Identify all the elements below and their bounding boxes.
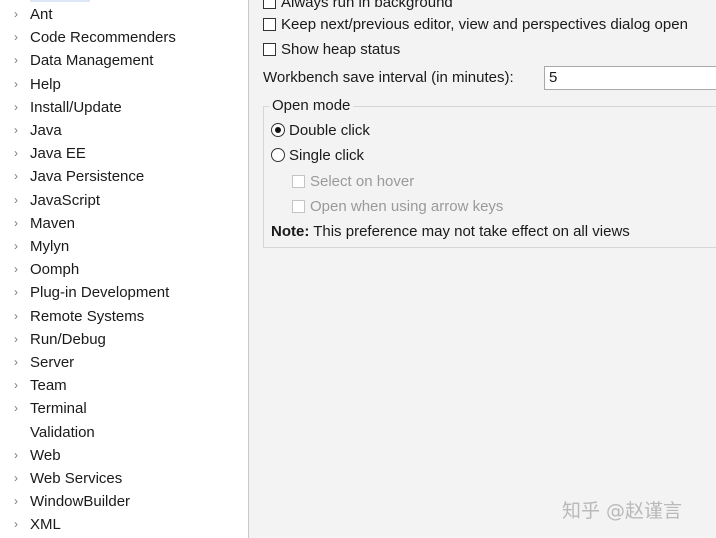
tree-item-label: Web xyxy=(30,446,61,464)
tree-item-label: Mylyn xyxy=(30,238,70,255)
save-interval-label: Workbench save interval (in minutes): xyxy=(263,69,514,86)
chevron-right-icon[interactable]: › xyxy=(14,142,24,165)
tree-item-label: Data Management xyxy=(30,52,154,70)
tree-item-label: Ant xyxy=(30,6,53,23)
tree-item-label: Run/Debug xyxy=(30,330,106,348)
chevron-right-icon[interactable]: › xyxy=(14,235,24,258)
tree-item-label: WindowBuilder xyxy=(30,493,131,511)
tree-item-label: Terminal xyxy=(30,400,87,418)
tree-item-label: Code Recommenders xyxy=(30,29,176,47)
chevron-right-icon[interactable]: › xyxy=(14,351,24,374)
chevron-right-icon[interactable]: › xyxy=(14,467,24,490)
show-heap-checkbox[interactable] xyxy=(263,43,276,56)
chevron-right-icon[interactable]: › xyxy=(14,374,24,397)
chevron-right-icon[interactable]: › xyxy=(14,96,24,119)
show-heap-label: Show heap status xyxy=(281,41,401,58)
chevron-right-icon[interactable]: › xyxy=(14,444,24,467)
tree-item-label: Remote Systems xyxy=(30,307,145,325)
note-label: Note: xyxy=(271,223,310,240)
workbench-preferences-panel: Always run in background Keep next/previ… xyxy=(249,0,716,538)
chevron-right-icon[interactable]: › xyxy=(14,328,24,351)
note-text: This preference may not take effect on a… xyxy=(309,223,630,240)
select-on-hover-label: Select on hover xyxy=(310,173,415,190)
tree-item-label: Install/Update xyxy=(30,98,122,116)
chevron-right-icon[interactable]: › xyxy=(14,397,24,420)
tree-item-label: Oomph xyxy=(30,261,80,279)
tree-item-label: Help xyxy=(30,75,61,93)
chevron-right-icon[interactable]: › xyxy=(14,490,24,513)
chevron-right-icon[interactable]: › xyxy=(14,165,24,188)
always-run-background-label: Always run in background xyxy=(281,0,453,11)
tree-item-label: Java EE xyxy=(30,145,86,163)
keep-next-prev-checkbox[interactable] xyxy=(263,18,276,31)
tree-item-label: Plug-in Development xyxy=(30,284,170,302)
tree-item-label: Validation xyxy=(30,423,95,441)
watermark: 知乎 @赵谨言 xyxy=(562,500,683,522)
chevron-right-icon[interactable]: › xyxy=(14,212,24,235)
chevron-right-icon[interactable]: › xyxy=(14,73,24,96)
tree-selection-highlight xyxy=(30,0,90,2)
preferences-tree: › Ant › Code Recommenders › Data Management › H… xyxy=(0,0,249,538)
keep-next-prev-label: Keep next/previous editor, view and pers… xyxy=(281,16,688,33)
open-arrow-keys-checkbox xyxy=(292,200,305,213)
tree-item-label: Java Persistence xyxy=(30,168,145,186)
always-run-background-option[interactable]: Always run in background xyxy=(263,0,453,14)
always-run-background-checkbox[interactable] xyxy=(263,0,276,9)
chevron-right-icon[interactable]: › xyxy=(14,189,24,212)
single-click-option[interactable]: Single click xyxy=(271,145,364,167)
tree-item-label: Maven xyxy=(30,214,76,232)
open-mode-note: Note: This preference may not take effec… xyxy=(271,221,630,243)
chevron-right-icon[interactable]: › xyxy=(14,26,24,49)
select-on-hover-option: Select on hover xyxy=(292,171,414,193)
chevron-right-icon[interactable]: › xyxy=(14,49,24,72)
open-mode-title: Open mode xyxy=(269,96,354,116)
save-interval-input[interactable]: 5 xyxy=(544,66,716,90)
tree-item-label: Web Services xyxy=(30,470,123,487)
chevron-right-icon[interactable]: › xyxy=(14,513,24,536)
double-click-radio[interactable] xyxy=(271,123,285,137)
double-click-option[interactable]: Double click xyxy=(271,120,370,142)
open-arrow-keys-option: Open when using arrow keys xyxy=(292,196,503,218)
single-click-radio[interactable] xyxy=(271,148,285,162)
chevron-right-icon[interactable]: › xyxy=(14,3,24,26)
tree-item-label: Java xyxy=(30,122,62,139)
chevron-right-icon[interactable]: › xyxy=(14,281,24,304)
tree-item-label: Server xyxy=(30,354,75,371)
keep-next-prev-option[interactable]: Keep next/previous editor, view and pers… xyxy=(263,14,688,36)
chevron-right-icon[interactable]: › xyxy=(14,305,24,328)
select-on-hover-checkbox xyxy=(292,175,305,188)
open-arrow-keys-label: Open when using arrow keys xyxy=(310,198,504,215)
tree-item-label: XML xyxy=(30,516,61,534)
single-click-label: Single click xyxy=(289,147,365,164)
show-heap-option[interactable]: Show heap status xyxy=(263,39,400,61)
tree-item-label: Team xyxy=(30,377,67,395)
chevron-right-icon[interactable]: › xyxy=(14,119,24,142)
double-click-label: Double click xyxy=(289,122,370,139)
chevron-right-icon[interactable]: › xyxy=(14,258,24,281)
tree-item-label: JavaScript xyxy=(30,191,101,209)
